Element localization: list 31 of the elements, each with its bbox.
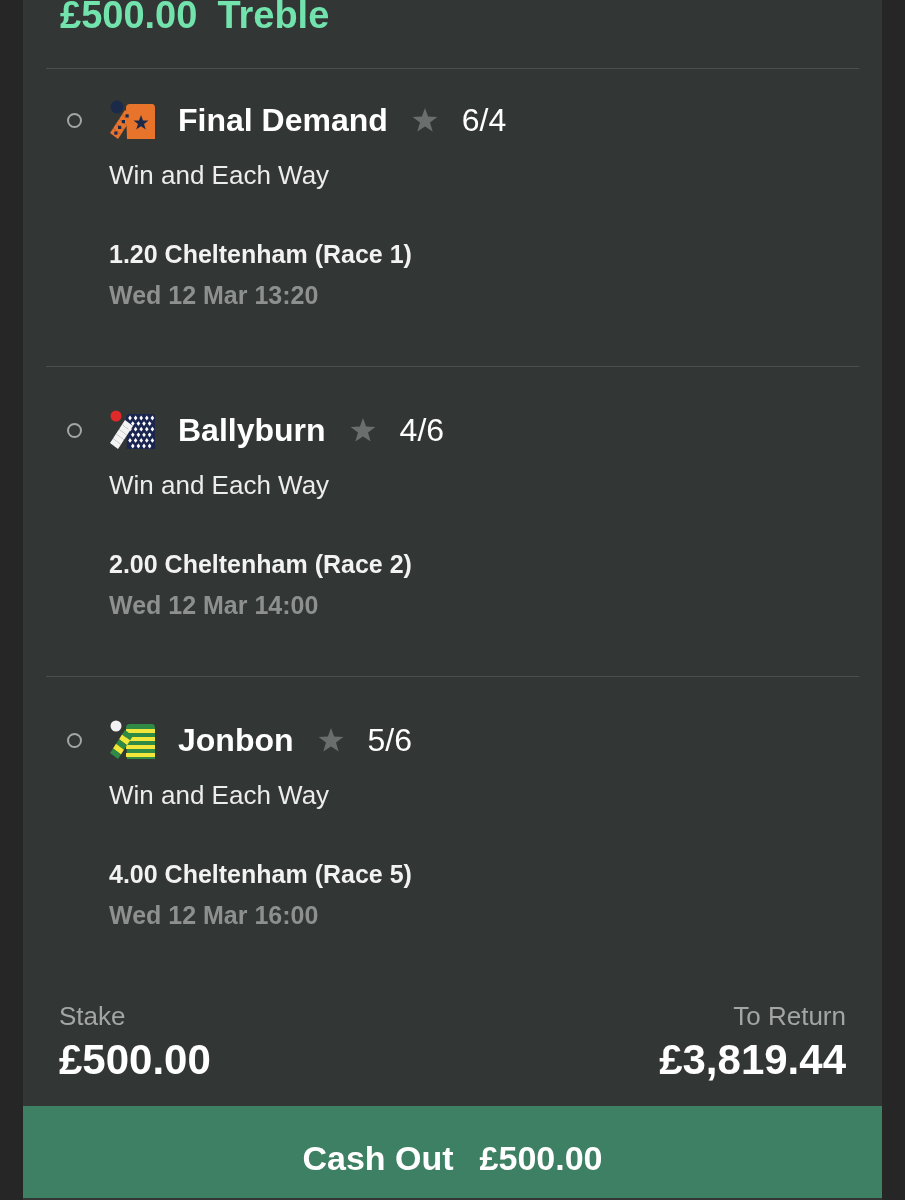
jockey-silks-icon <box>108 100 156 140</box>
market-text: Win and Each Way <box>109 160 330 190</box>
star-icon[interactable] <box>411 107 438 133</box>
market-text: Win and Each Way <box>109 470 330 500</box>
ring-icon <box>67 732 82 748</box>
race-title: 4.00 Cheltenham (Race 5) <box>109 859 412 889</box>
race-time: Wed 12 Mar 16:00 <box>109 900 319 930</box>
cash-out-button[interactable]: Cash Out £500.00 <box>23 1106 882 1198</box>
stake-amount: £500.00 <box>59 1036 211 1084</box>
jockey-silks-icon <box>108 720 156 760</box>
odds-text: 5/6 <box>367 721 412 760</box>
odds-text: 6/4 <box>461 101 507 140</box>
return-amount: £3,819.44 <box>659 1036 846 1084</box>
race-time: Wed 12 Mar 13:20 <box>109 280 319 310</box>
race-title: 1.20 Cheltenham (Race 1) <box>109 239 412 269</box>
horse-name: Jonbon <box>178 721 294 760</box>
bet-stake-title: £500.00 <box>60 0 198 30</box>
ring-icon <box>67 112 82 128</box>
horse-name: Final Demand <box>178 101 388 140</box>
market-text: Win and Each Way <box>109 780 330 810</box>
ring-icon <box>67 422 82 438</box>
race-time: Wed 12 Mar 14:00 <box>109 590 319 620</box>
jockey-silks-icon <box>108 410 156 450</box>
horse-name: Ballyburn <box>178 411 326 450</box>
stake-label: Stake <box>59 1001 126 1031</box>
return-label: To Return <box>733 1001 846 1031</box>
race-title: 2.00 Cheltenham (Race 2) <box>109 549 412 579</box>
bet-type-title: Treble <box>217 0 330 30</box>
odds-text: 4/6 <box>399 411 445 450</box>
star-icon[interactable] <box>349 417 376 443</box>
star-icon[interactable] <box>317 727 344 753</box>
